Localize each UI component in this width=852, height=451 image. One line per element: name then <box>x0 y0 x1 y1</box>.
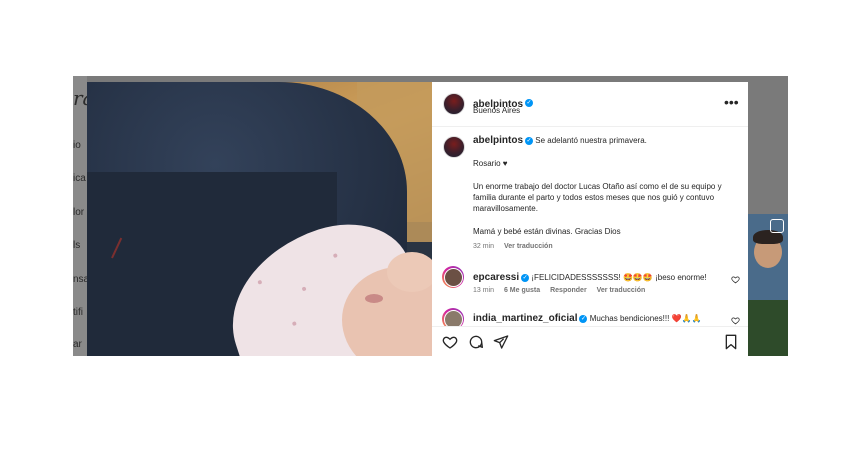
bookmark-icon[interactable] <box>724 334 738 350</box>
author-avatar[interactable] <box>443 93 465 115</box>
see-translation-link[interactable]: Ver traducción <box>504 243 553 250</box>
post-header: abelpintos ✓ Buenos Aires ••• <box>432 82 748 127</box>
more-icon[interactable]: ••• <box>724 94 739 110</box>
comment-2: india_martinez_oficial ✓ Muchas bendicion… <box>473 313 733 324</box>
share-icon[interactable] <box>493 334 509 350</box>
heart-icon[interactable] <box>731 316 740 325</box>
verified-icon: ✓ <box>521 273 530 282</box>
see-translation-link[interactable]: Ver traducción <box>597 287 646 294</box>
heart-icon[interactable] <box>731 275 740 284</box>
post-action-bar <box>432 326 748 356</box>
caption-time: 32 min <box>473 243 495 250</box>
post-photo[interactable] <box>87 82 432 356</box>
caption-line: Rosario ♥ <box>473 159 508 168</box>
comment-time: 13 min <box>473 287 495 294</box>
background-nav-item: lor <box>73 207 85 218</box>
post-side-panel: abelpintos ✓ Buenos Aires ••• abelpintos ✓… <box>432 82 748 356</box>
background-thumbnail <box>748 214 788 356</box>
post-location[interactable]: Buenos Aires <box>473 106 520 115</box>
background-nav-item: ar <box>73 339 82 350</box>
reel-icon <box>770 219 784 233</box>
commenter-avatar[interactable] <box>442 266 464 288</box>
background-nav-item: io <box>73 140 81 151</box>
verified-icon: ✓ <box>579 314 588 323</box>
comment-username[interactable]: epcaressi <box>473 272 519 283</box>
comment-likes[interactable]: 6 Me gusta <box>504 287 540 294</box>
like-heart-icon[interactable] <box>442 334 458 350</box>
comment-1-meta: 13 min 6 Me gusta Responder Ver traducci… <box>473 287 653 294</box>
caption-line: Se adelantó nuestra primavera. <box>535 136 647 145</box>
caption-line: Un enorme trabajo del doctor Lucas Otaño… <box>473 182 722 213</box>
reply-button[interactable]: Responder <box>550 287 587 294</box>
background-nav-item: ls <box>73 240 81 251</box>
comment-text: ¡FELICIDADESSSSSSS! 🤩🤩🤩 ¡beso enorme! <box>531 273 707 282</box>
post-caption: abelpintos ✓ Se adelantó nuestra primaver… <box>473 135 735 252</box>
comment-icon[interactable] <box>468 334 484 350</box>
comment-1: epcaressi ✓ ¡FELICIDADESSSSSSS! 🤩🤩🤩 ¡beso… <box>473 272 733 283</box>
caption-line: Mamá y bebé están divinas. Gracias Dios <box>473 227 621 236</box>
background-nav-item: ica <box>73 173 86 184</box>
verified-icon: ✓ <box>525 98 534 107</box>
caption-avatar[interactable] <box>443 136 465 158</box>
comment-text: Muchas bendiciones!!! ❤️🙏🙏 <box>589 314 702 323</box>
caption-username[interactable]: abelpintos <box>473 135 523 146</box>
comment-username[interactable]: india_martinez_oficial <box>473 313 577 324</box>
background-nav-item: tifi <box>73 307 83 318</box>
verified-icon: ✓ <box>525 136 534 145</box>
